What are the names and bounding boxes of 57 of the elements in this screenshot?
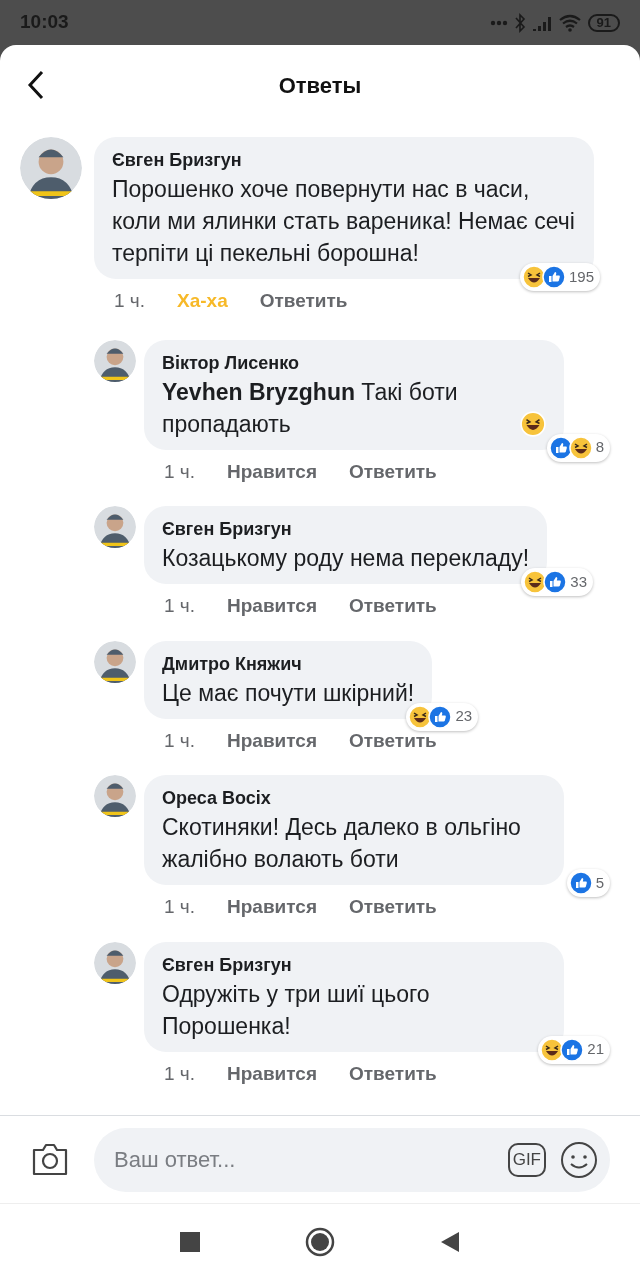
author-name[interactable]: Євген Бризгун	[112, 147, 576, 173]
comment-time: 1 ч.	[164, 459, 196, 484]
thumbs-up-icon	[548, 435, 573, 460]
comment-text: Одружіть у три шиї цього Порошенка!	[162, 979, 431, 1041]
home-button[interactable]	[305, 1227, 335, 1257]
thumbs-up-icon	[541, 265, 566, 289]
avatar[interactable]	[94, 339, 136, 382]
thumbs-up-icon	[560, 1037, 585, 1062]
thumbs-up-icon	[568, 871, 593, 895]
author-name[interactable]: Віктор Лисенко	[162, 349, 546, 376]
thumbs-up-icon	[543, 570, 568, 594]
reply-link[interactable]: Ответить	[349, 457, 437, 486]
like-link[interactable]: Нравится	[227, 893, 317, 922]
page-title: Ответы	[278, 71, 362, 100]
wifi-icon	[557, 13, 582, 32]
reply-link[interactable]: Ответить	[349, 1059, 437, 1088]
author-name[interactable]: Євген Бризгун	[162, 951, 546, 978]
laughing-emoji-icon	[520, 410, 546, 437]
author-name[interactable]: Євген Бризгун	[162, 516, 530, 542]
reply-link[interactable]: Ответить	[259, 287, 348, 316]
reply-link[interactable]: Ответить	[349, 592, 437, 621]
like-link[interactable]: Нравится	[227, 1059, 317, 1088]
emoji-icon[interactable]	[560, 1140, 598, 1179]
comment-time: 1 ч.	[164, 1061, 196, 1086]
comment-text: Yevhen Bryzghun Такі боти пропадають	[162, 377, 459, 439]
reply-link[interactable]: Ответить	[349, 893, 437, 922]
like-link[interactable]: Нравится	[227, 457, 317, 486]
signal-icon	[531, 14, 552, 31]
thumbs-up-icon	[428, 704, 453, 729]
reaction-badge[interactable]: 195	[519, 263, 600, 291]
comment-time: 1 ч.	[164, 728, 196, 753]
laughing-emoji-icon	[521, 265, 546, 289]
comment-text: Скотиняки! Десь далеко в ольгіно жалібно волають боти	[162, 813, 522, 874]
back-nav-button[interactable]	[440, 1231, 460, 1253]
avatar[interactable]	[94, 941, 136, 984]
reaction-badge[interactable]: 33	[521, 568, 594, 596]
like-link[interactable]: Нравится	[227, 726, 317, 755]
author-name[interactable]: Дмитро Княжич	[162, 650, 415, 677]
comment-time: 1 ч.	[164, 895, 196, 919]
comment-time: 1 ч.	[114, 289, 146, 313]
comment-time: 1 ч.	[164, 594, 196, 618]
avatar[interactable]	[20, 137, 82, 199]
dots-icon	[489, 19, 508, 26]
gif-button[interactable]: GIF	[507, 1142, 546, 1177]
bluetooth-icon	[513, 12, 526, 33]
avatar[interactable]	[94, 775, 136, 817]
reaction-badge[interactable]: 23	[406, 702, 479, 731]
like-link[interactable]: Нравится	[227, 592, 317, 621]
camera-icon[interactable]	[30, 1141, 70, 1178]
avatar[interactable]	[94, 640, 136, 683]
avatar[interactable]	[94, 506, 136, 548]
reaction-badge[interactable]: 8	[546, 433, 610, 462]
reaction-badge[interactable]: 21	[538, 1035, 610, 1064]
laughing-emoji-icon	[568, 435, 593, 460]
author-name[interactable]: Ореса Восіх	[162, 785, 546, 811]
reply-field[interactable]: Ваш ответ... GIF	[94, 1127, 610, 1192]
reaction-badge[interactable]: 5	[566, 869, 610, 897]
